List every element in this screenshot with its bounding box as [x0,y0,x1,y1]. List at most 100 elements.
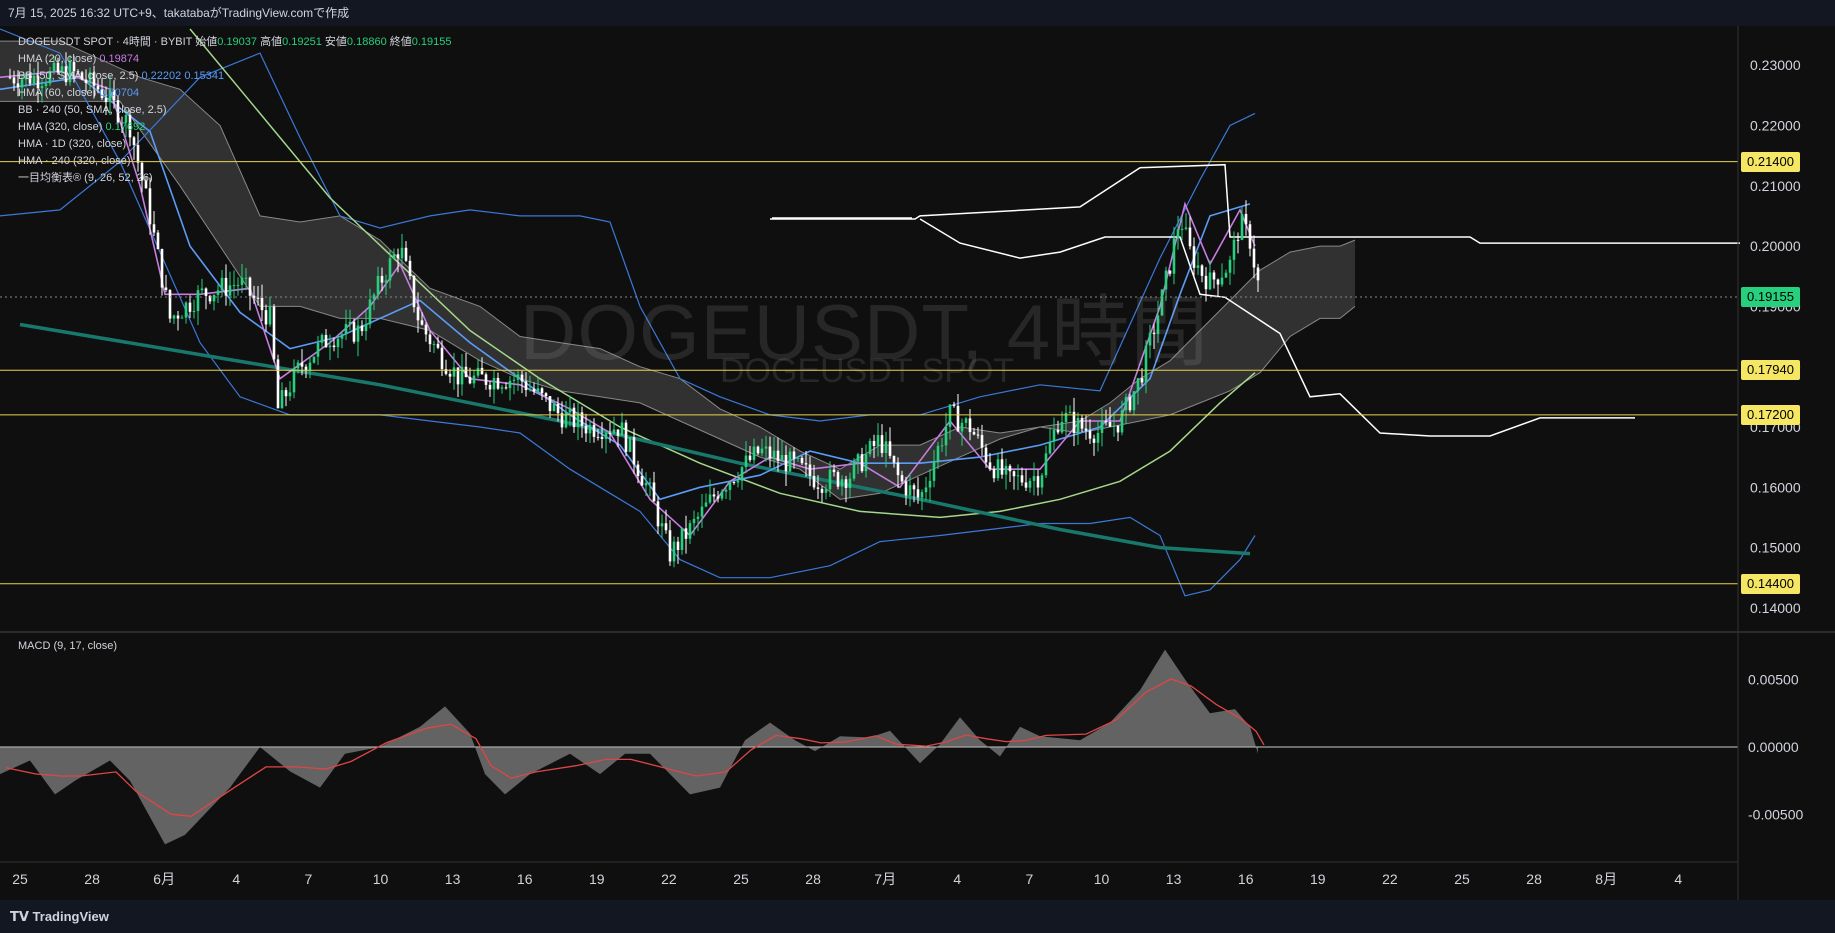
candle-body [696,516,700,519]
candle-body [160,248,164,288]
candle-body [1080,417,1084,429]
candle-body [828,469,832,490]
candle-body [892,455,896,463]
candle-body [764,446,768,449]
candle-body [644,482,648,486]
candle-body [480,367,484,375]
legend-hma1d[interactable]: HMA · 1D (320, close) [18,136,452,153]
candle-body [980,435,984,448]
candle-body [244,277,248,279]
candle-body [164,287,168,290]
candle-body [984,447,988,463]
candle-body [728,482,732,490]
candle-body [248,277,252,296]
candle-body [1036,476,1040,488]
x-tick-label-2: 6月 [153,871,175,887]
candle-body [812,475,816,488]
candle-body [436,343,440,348]
candle-body [472,375,476,384]
candle-body [572,407,576,428]
legend-hma240[interactable]: HMA · 240 (320, close) [18,153,452,170]
candle-body [1000,459,1004,475]
candle-body [616,429,620,436]
candle-body [468,377,472,384]
x-tick-label-3: 4 [232,871,240,887]
price-level-badge-3[interactable]: 0.14400 [1741,573,1800,594]
current-price-badge[interactable]: 0.19155 [1741,287,1800,308]
candle-body [692,518,696,524]
candle-body [488,384,492,390]
x-tick-label-18: 19 [1310,871,1326,887]
candle-body [528,388,532,391]
tradingview-brand[interactable]: 𝗧𝗩 TradingView [0,900,1835,933]
candle-body [584,425,588,434]
macd-tick-label-0: 0.00500 [1748,671,1799,687]
legend-hma20[interactable]: HMA (20, close) 0.19874 [18,51,452,68]
price-level-badge-0[interactable]: 0.21400 [1741,151,1800,172]
legend-bb50[interactable]: BB (50, SMA, close, 2.5) 0.22202 0.15341 [18,68,452,85]
candle-body [612,429,616,434]
candle-body [904,481,908,496]
price-level-badge-2[interactable]: 0.17200 [1741,404,1800,425]
legend-hma60[interactable]: HMA (60, close) 0.20704 [18,85,452,102]
candle-body [220,277,224,291]
candle-body [1232,239,1236,260]
candle-body [496,377,500,389]
candle-body [856,454,860,462]
candle-body [1240,213,1244,240]
candle-body [364,324,368,332]
candle-body [580,412,584,426]
candle-body [896,462,900,476]
candle-body [1052,429,1056,442]
candle-body [852,461,856,479]
candle-body [452,367,456,377]
legend-ichimoku[interactable]: 一目均衡表® (9, 26, 52, 26) [18,170,452,187]
price-level-badge-1[interactable]: 0.17940 [1741,360,1800,381]
candle-body [408,260,412,276]
candle-body [992,469,996,479]
candle-body [604,433,608,439]
x-tick-label-22: 8月 [1595,871,1617,887]
candle-body [424,324,428,335]
legend-bb240[interactable]: BB · 240 (50, SMA, close, 2.5) [18,102,452,119]
x-tick-label-17: 16 [1238,871,1254,887]
candle-body [1008,465,1012,472]
candle-body [660,523,664,527]
candle-body [260,297,264,311]
candle-body [416,307,420,321]
candle-body [512,379,516,381]
legend-symbol-row[interactable]: DOGEUSDT SPOT · 4時間 · BYBIT 始値0.19037 高値… [18,34,452,51]
legend-hma320[interactable]: HMA (320, close) 0.17692 [18,119,452,136]
candle-body [380,275,384,283]
candle-body [936,445,940,463]
y-tick-label-8: 0.15000 [1750,540,1801,556]
candle-body [652,482,656,502]
candle-body [224,277,228,296]
x-tick-label-10: 25 [733,871,749,887]
candle-body [1064,412,1068,422]
candle-body [796,457,800,459]
candle-body [196,290,200,312]
candle-body [352,321,356,342]
y-tick-label-7: 0.16000 [1750,479,1801,495]
candle-body [548,396,552,412]
candle-body [1040,475,1044,488]
candle-body [700,506,704,517]
candle-body [320,334,324,343]
x-tick-label-4: 7 [305,871,313,887]
candle-body [476,367,480,376]
candle-body [876,435,880,447]
candle-body [1044,453,1048,476]
candle-body [356,325,360,342]
x-tick-label-8: 19 [589,871,605,887]
candle-body [944,426,948,446]
candle-body [804,463,808,465]
candle-body [940,445,944,447]
candle-body [280,390,284,409]
macd-legend[interactable]: MACD (9, 17, close) [18,640,117,652]
candle-body [1108,421,1112,427]
candle-body [1088,430,1092,439]
candle-body [540,388,544,394]
candle-body [712,494,716,497]
candle-body [868,440,872,455]
